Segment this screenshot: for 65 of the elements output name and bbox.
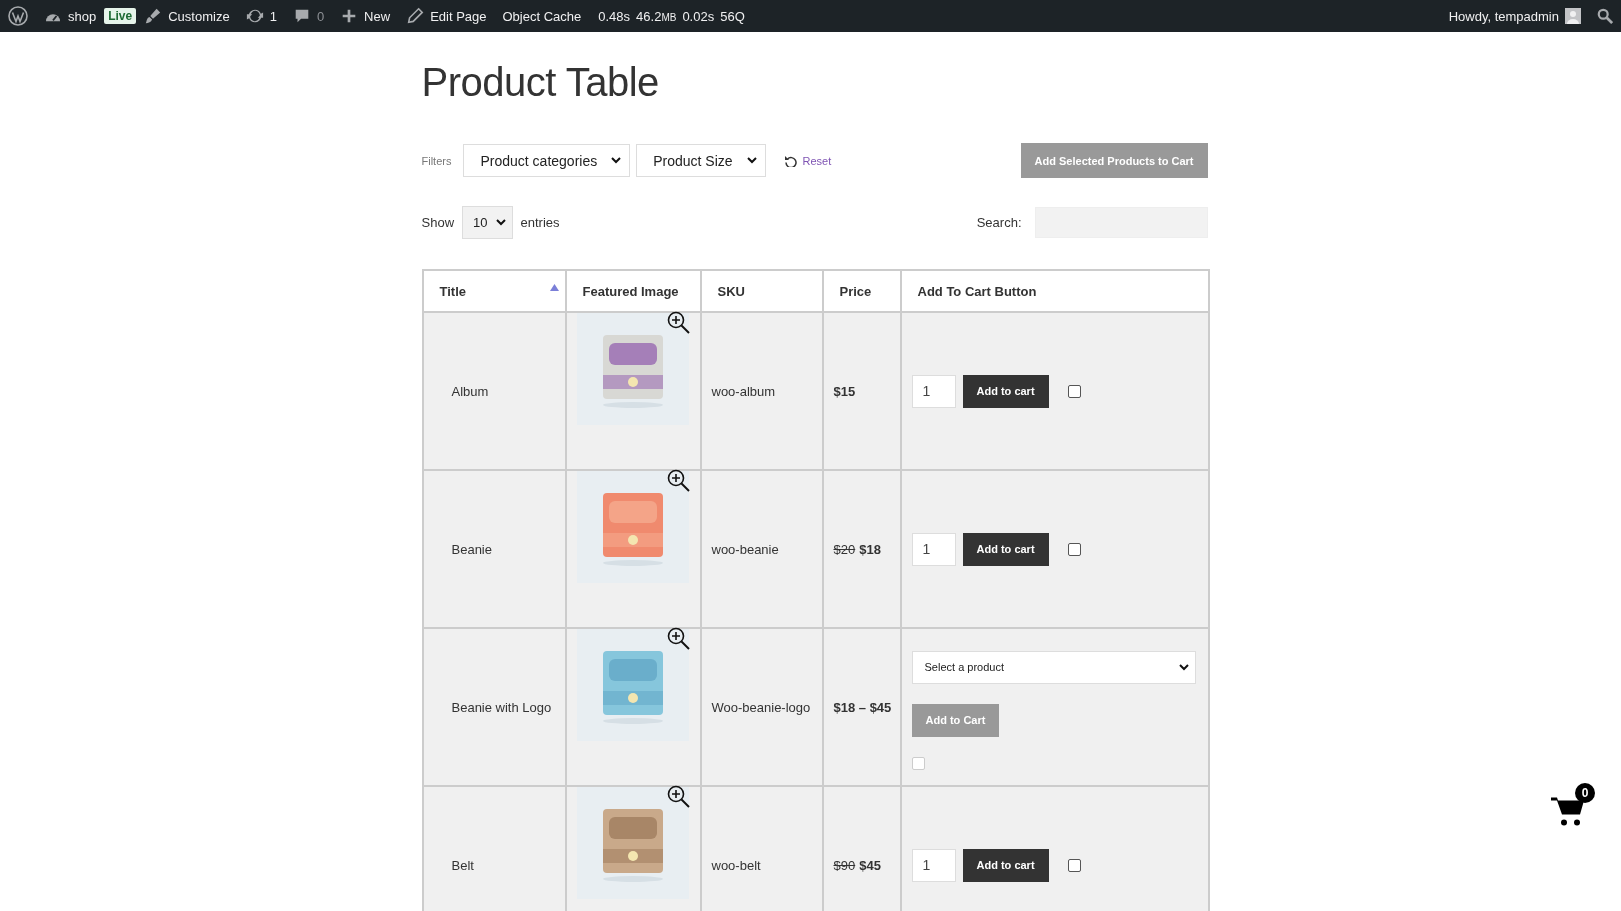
chevron-icon bbox=[495, 219, 506, 226]
admin-bar-item[interactable]: Object Cache bbox=[494, 0, 590, 32]
chevron-icon bbox=[1178, 663, 1189, 671]
add-to-cart-button[interactable]: Add to cart bbox=[962, 848, 1049, 882]
column-header[interactable]: SKU bbox=[700, 270, 823, 312]
query-stat: 46.2MB bbox=[635, 8, 678, 24]
filter-dropdown[interactable]: Product Size bbox=[636, 144, 766, 177]
table-cell: Woo-beanie-logo bbox=[700, 628, 823, 786]
admin-bar-item[interactable]: Edit Page bbox=[398, 0, 495, 32]
add-to-cart-button[interactable]: Add to cart bbox=[962, 374, 1049, 408]
brush-icon bbox=[144, 7, 163, 25]
query-stat: 0.48s bbox=[597, 8, 632, 24]
cart-icon[interactable] bbox=[1551, 795, 1585, 827]
account-menu[interactable]: Howdy, tempadmin bbox=[1440, 0, 1589, 32]
checkbox[interactable] bbox=[1067, 858, 1081, 872]
search-icon[interactable] bbox=[1597, 8, 1613, 24]
admin-bar-item[interactable]: New bbox=[332, 0, 399, 32]
add-to-cart-button[interactable]: Add to cart bbox=[962, 532, 1049, 566]
table-cell: Album bbox=[422, 312, 566, 470]
column-header[interactable]: Add To Cart Button bbox=[900, 270, 1209, 312]
wordpress-logo-icon[interactable] bbox=[8, 6, 28, 26]
table-cell: woo-beanie bbox=[700, 470, 823, 628]
table-cell: woo-album bbox=[700, 312, 823, 470]
admin-bar-item[interactable]: 1 bbox=[237, 0, 285, 32]
avatar-icon bbox=[1565, 8, 1581, 24]
zoom-in-icon[interactable] bbox=[666, 469, 691, 493]
chevron-icon bbox=[611, 157, 622, 164]
quantity-field[interactable]: 1 bbox=[911, 532, 956, 566]
table-cell: Belt bbox=[422, 786, 566, 911]
price-cell: $20 $18 bbox=[822, 470, 901, 628]
admin-bar-item[interactable]: Customize bbox=[136, 0, 238, 32]
entries-label: entries bbox=[520, 215, 560, 230]
reset-link[interactable]: Reset bbox=[783, 154, 832, 167]
query-stat: 56Q bbox=[719, 8, 746, 24]
zoom-in-icon[interactable] bbox=[666, 785, 691, 809]
table-cell: Beanie with Logo bbox=[422, 628, 566, 786]
pencil-icon bbox=[406, 7, 425, 25]
checkbox[interactable] bbox=[1067, 542, 1081, 556]
column-header[interactable]: Featured Image bbox=[565, 270, 701, 312]
show-label: Show bbox=[421, 215, 455, 230]
column-header[interactable]: Price bbox=[822, 270, 901, 312]
chevron-icon bbox=[746, 157, 757, 164]
entries-dropdown[interactable]: 10 bbox=[462, 206, 513, 239]
cart-count-badge: 0 bbox=[1575, 783, 1595, 803]
table-cell: woo-belt bbox=[700, 786, 823, 911]
site-menu[interactable]: shop bbox=[36, 0, 105, 32]
refresh-icon bbox=[245, 7, 264, 25]
search-label: Search: bbox=[976, 215, 1022, 230]
quantity-field[interactable]: 1 bbox=[911, 848, 956, 882]
price-cell: $90 $45 bbox=[822, 786, 901, 911]
price-cell: $18 – $45 bbox=[822, 628, 901, 786]
table-cell: Beanie bbox=[422, 470, 566, 628]
filter-dropdown[interactable]: Product categories bbox=[463, 144, 631, 177]
checkbox[interactable] bbox=[1067, 384, 1081, 398]
quantity-field[interactable]: 1 bbox=[911, 374, 956, 408]
page-title: Product Table bbox=[421, 60, 660, 105]
live-badge: Live bbox=[104, 8, 137, 24]
zoom-in-icon[interactable] bbox=[666, 627, 691, 651]
zoom-in-icon[interactable] bbox=[666, 311, 691, 335]
reset-icon bbox=[783, 154, 797, 167]
query-stat: 0.02s bbox=[681, 8, 716, 24]
price-cell: $15 bbox=[822, 312, 901, 470]
column-header[interactable]: Title bbox=[422, 270, 566, 312]
admin-bar-item[interactable]: 0 bbox=[284, 0, 333, 32]
filters-label: Filters bbox=[421, 154, 452, 167]
